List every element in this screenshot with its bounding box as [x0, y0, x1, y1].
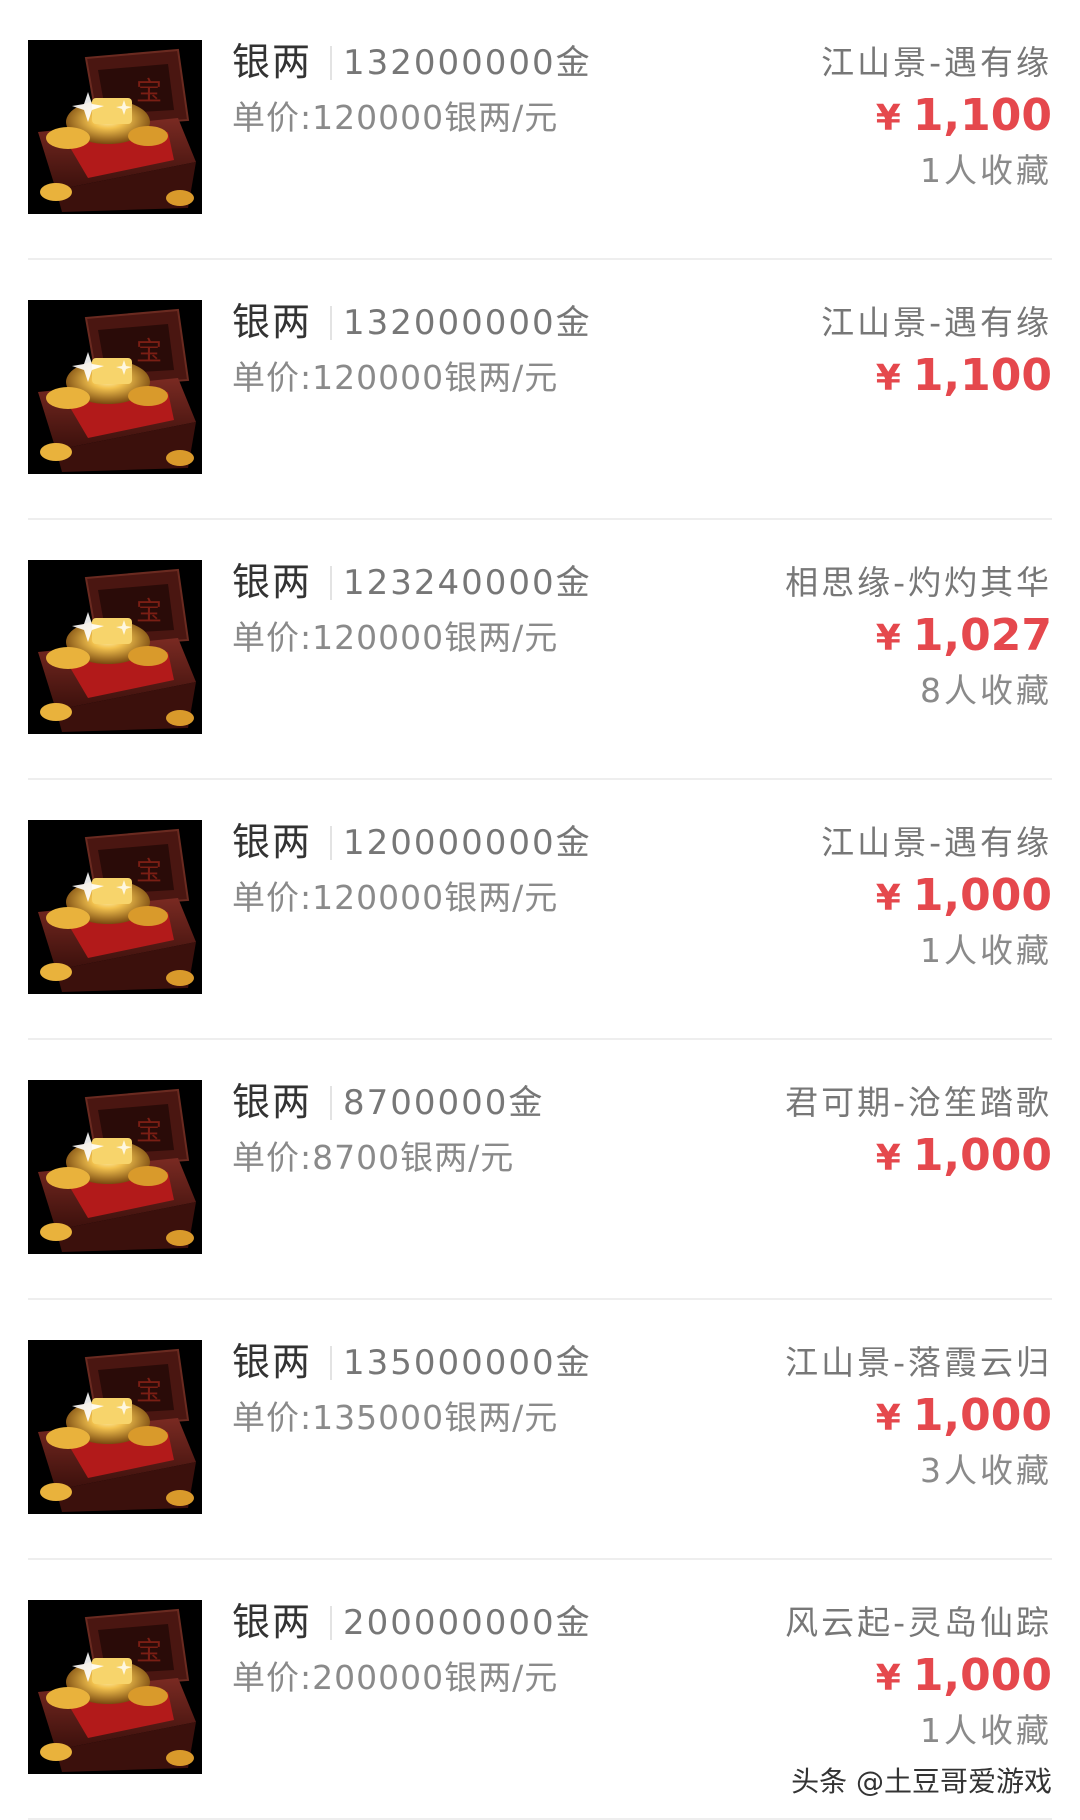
listing-item[interactable]: 宝 银两 8700000金 单价:8700银两/元 君可期-沧笙踏歌 ¥1,00… — [0, 1040, 1080, 1300]
unit-price: 单价:200000银两/元 — [232, 1658, 559, 1697]
item-amount: 135000000金 — [343, 1343, 592, 1383]
currency-symbol: ¥ — [875, 98, 901, 139]
price: ¥1,027 — [876, 608, 1052, 667]
price: ¥1,000 — [876, 868, 1052, 927]
treasure-chest-icon: 宝 — [28, 40, 202, 214]
unit-price: 单价:120000银两/元 — [232, 878, 559, 917]
item-name: 银两 — [232, 40, 313, 84]
separator — [330, 306, 332, 340]
item-amount: 132000000金 — [343, 43, 592, 83]
unit-price: 单价:135000银两/元 — [232, 1398, 559, 1437]
listing-item[interactable]: 宝 银两 132000000金 单价:120000银两/元 江山景-遇有缘 ¥1… — [0, 260, 1080, 520]
svg-text:宝: 宝 — [136, 857, 162, 887]
separator — [330, 1086, 332, 1120]
item-name: 银两 — [232, 1600, 313, 1644]
price: ¥1,000 — [876, 1648, 1052, 1707]
currency-symbol: ¥ — [875, 878, 901, 919]
item-amount: 123240000金 — [343, 563, 592, 603]
unit-price: 单价:120000银两/元 — [232, 618, 559, 657]
watermark: 头条 @土豆哥爱游戏 — [791, 1765, 1052, 1798]
price-value: 1,000 — [912, 1650, 1052, 1701]
separator — [330, 1346, 332, 1380]
favorites-count: 1人收藏 — [920, 1711, 1052, 1750]
price-value: 1,000 — [912, 870, 1052, 921]
server-name: 江山景-遇有缘 — [821, 303, 1052, 342]
svg-text:宝: 宝 — [136, 597, 162, 627]
svg-text:宝: 宝 — [136, 77, 162, 107]
item-name: 银两 — [232, 1340, 313, 1384]
price: ¥1,000 — [876, 1388, 1052, 1447]
favorites-count: 3人收藏 — [920, 1451, 1052, 1490]
currency-symbol: ¥ — [875, 1398, 901, 1439]
treasure-chest-icon: 宝 — [28, 1080, 202, 1254]
item-name: 银两 — [232, 560, 313, 604]
price: ¥1,100 — [876, 348, 1052, 407]
separator — [330, 1606, 332, 1640]
server-name: 风云起-灵岛仙踪 — [785, 1603, 1052, 1642]
unit-price: 单价:120000银两/元 — [232, 98, 559, 137]
listing-item[interactable]: 宝 银两 123240000金 单价:120000银两/元 相思缘-灼灼其华 ¥… — [0, 520, 1080, 780]
price-value: 1,000 — [912, 1390, 1052, 1441]
listing-item[interactable]: 宝 银两 120000000金 单价:120000银两/元 江山景-遇有缘 ¥1… — [0, 780, 1080, 1040]
svg-text:宝: 宝 — [136, 1377, 162, 1407]
server-name: 君可期-沧笙踏歌 — [785, 1083, 1052, 1122]
price-value: 1,100 — [912, 350, 1052, 401]
separator — [330, 826, 332, 860]
item-amount: 120000000金 — [343, 823, 592, 863]
treasure-chest-icon: 宝 — [28, 560, 202, 734]
item-amount: 8700000金 — [343, 1083, 545, 1123]
unit-price: 单价:8700银两/元 — [232, 1138, 515, 1177]
listing-item[interactable]: 宝 银两 132000000金 单价:120000银两/元 江山景-遇有缘 ¥1… — [0, 0, 1080, 260]
price: ¥1,000 — [876, 1128, 1052, 1187]
svg-text:宝: 宝 — [136, 1637, 162, 1667]
item-amount: 200000000金 — [343, 1603, 592, 1643]
svg-text:宝: 宝 — [136, 337, 162, 367]
treasure-chest-icon: 宝 — [28, 1600, 202, 1774]
item-amount: 132000000金 — [343, 303, 592, 343]
currency-symbol: ¥ — [875, 1138, 901, 1179]
treasure-chest-icon: 宝 — [28, 300, 202, 474]
price: ¥1,100 — [876, 88, 1052, 147]
currency-symbol: ¥ — [875, 618, 901, 659]
price-value: 1,027 — [912, 610, 1052, 661]
price-value: 1,100 — [912, 90, 1052, 141]
currency-symbol: ¥ — [875, 1658, 901, 1699]
separator — [330, 46, 332, 80]
price-value: 1,000 — [912, 1130, 1052, 1181]
favorites-count: 1人收藏 — [920, 931, 1052, 970]
item-name: 银两 — [232, 820, 313, 864]
treasure-chest-icon: 宝 — [28, 1340, 202, 1514]
listing-item[interactable]: 宝 银两 135000000金 单价:135000银两/元 江山景-落霞云归 ¥… — [0, 1300, 1080, 1560]
separator — [330, 566, 332, 600]
item-name: 银两 — [232, 1080, 313, 1124]
server-name: 江山景-落霞云归 — [785, 1343, 1052, 1382]
svg-text:宝: 宝 — [136, 1117, 162, 1147]
server-name: 相思缘-灼灼其华 — [785, 563, 1052, 602]
currency-symbol: ¥ — [875, 358, 901, 399]
item-name: 银两 — [232, 300, 313, 344]
favorites-count: 8人收藏 — [920, 671, 1052, 710]
server-name: 江山景-遇有缘 — [821, 823, 1052, 862]
server-name: 江山景-遇有缘 — [821, 43, 1052, 82]
unit-price: 单价:120000银两/元 — [232, 358, 559, 397]
treasure-chest-icon: 宝 — [28, 820, 202, 994]
listing-list: 宝 银两 132000000金 单价:120000银两/元 江山景-遇有缘 ¥1… — [0, 0, 1080, 1820]
favorites-count: 1人收藏 — [920, 151, 1052, 190]
